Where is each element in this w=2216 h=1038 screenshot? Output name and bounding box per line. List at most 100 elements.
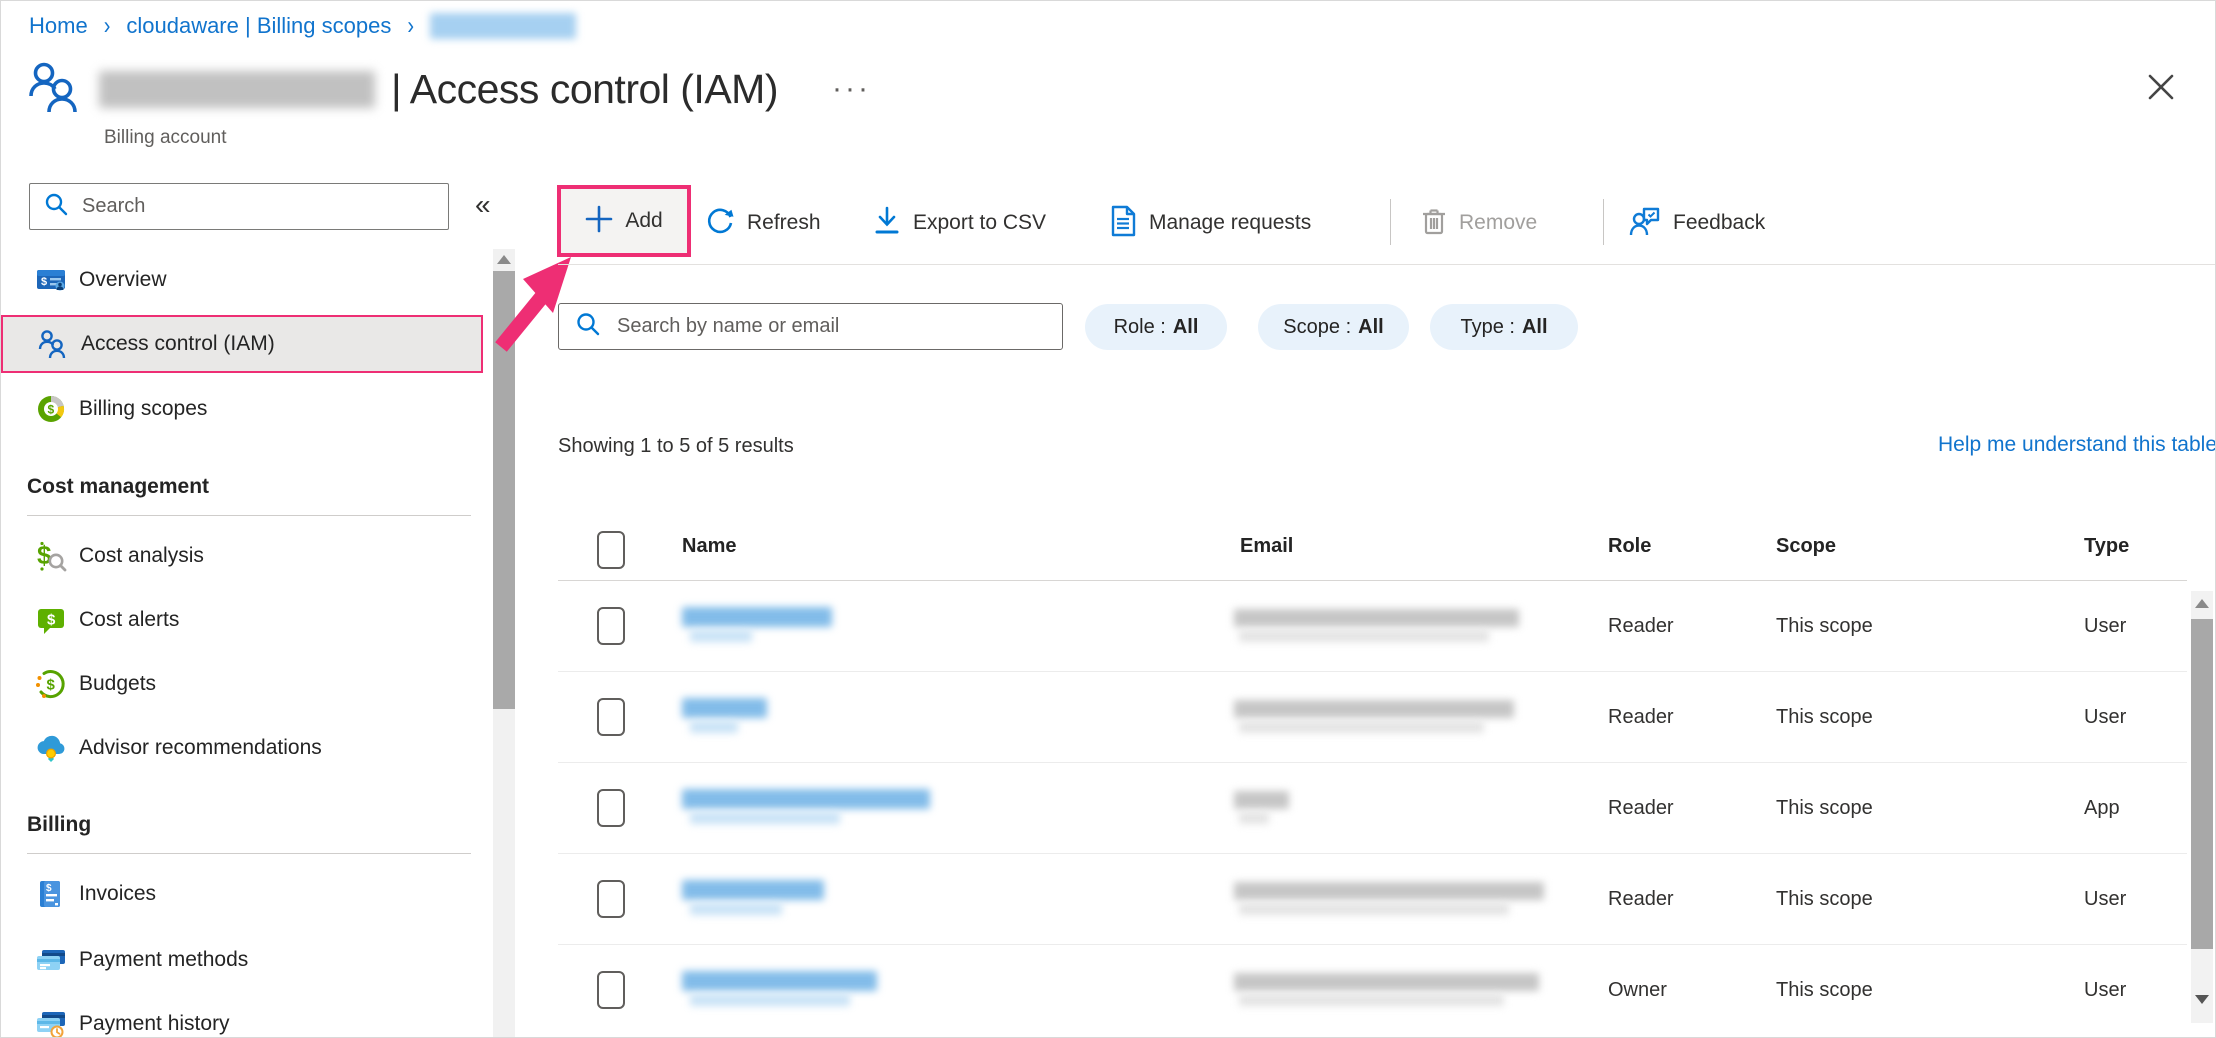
- member-email-redacted: [1234, 700, 1514, 733]
- type-cell: App: [2084, 763, 2120, 854]
- sidebar-item-billing-scopes[interactable]: $ Billing scopes: [1, 380, 485, 438]
- column-header-role[interactable]: Role: [1608, 535, 1651, 558]
- overview-icon: $: [35, 264, 67, 296]
- cost-alerts-icon: $: [35, 604, 67, 636]
- sidebar-scrollbar-thumb[interactable]: [493, 271, 515, 709]
- scope-filter-pill[interactable]: Scope : All: [1258, 304, 1409, 350]
- refresh-button[interactable]: Refresh: [705, 191, 821, 255]
- filter-label: Role :: [1114, 316, 1166, 339]
- sidebar-item-cost-analysis[interactable]: $ Cost analysis: [1, 527, 485, 585]
- sidebar-item-payment-methods[interactable]: Payment methods: [1, 931, 485, 989]
- sidebar-item-invoices[interactable]: $ Invoices: [1, 865, 485, 923]
- help-me-understand-link[interactable]: Help me understand this table: [1938, 433, 2216, 457]
- table-row: Owner This scope User: [558, 945, 2187, 1036]
- row-checkbox[interactable]: [597, 789, 625, 827]
- plus-icon: [585, 205, 613, 238]
- type-cell: User: [2084, 581, 2126, 672]
- manage-requests-button[interactable]: Manage requests: [1109, 191, 1311, 255]
- sidebar-item-access-control-iam[interactable]: Access control (IAM): [1, 315, 483, 373]
- member-name-redacted[interactable]: [682, 789, 930, 824]
- more-menu-button[interactable]: ···: [832, 72, 871, 106]
- filter-value: All: [1358, 316, 1384, 339]
- results-summary: Showing 1 to 5 of 5 results: [558, 435, 794, 458]
- divider: [27, 515, 471, 516]
- sidebar-item-payment-history[interactable]: Payment history: [1, 995, 485, 1038]
- close-icon[interactable]: [2143, 69, 2179, 105]
- column-header-name[interactable]: Name: [682, 535, 736, 558]
- column-header-scope[interactable]: Scope: [1776, 535, 1836, 558]
- sidebar-item-advisor-recommendations[interactable]: Advisor recommendations: [1, 719, 485, 777]
- sidebar-item-label: Billing scopes: [79, 397, 207, 421]
- member-search-input[interactable]: [615, 314, 1062, 339]
- member-name-redacted[interactable]: [682, 880, 824, 915]
- member-email-redacted: [1234, 973, 1539, 1006]
- feedback-button-label: Feedback: [1673, 211, 1765, 235]
- export-to-csv-button[interactable]: Export to CSV: [873, 191, 1046, 255]
- remove-button-label: Remove: [1459, 211, 1537, 235]
- breadcrumb-current-redacted[interactable]: [430, 13, 576, 39]
- scroll-up-icon[interactable]: [2195, 599, 2209, 608]
- column-header-type[interactable]: Type: [2084, 535, 2129, 558]
- scroll-down-icon[interactable]: [2195, 995, 2209, 1004]
- add-button-label: Add: [625, 209, 662, 233]
- role-filter-pill[interactable]: Role : All: [1085, 304, 1227, 350]
- people-icon: [27, 58, 83, 121]
- cost-analysis-icon: $: [35, 540, 67, 572]
- scroll-up-icon[interactable]: [497, 255, 511, 264]
- sidebar-item-budgets[interactable]: $ Budgets: [1, 655, 485, 713]
- divider: [27, 853, 471, 854]
- toolbar-separator: [1390, 199, 1391, 245]
- sidebar-search-input[interactable]: [80, 194, 448, 219]
- column-header-email[interactable]: Email: [1240, 535, 1293, 558]
- sidebar-item-label: Cost analysis: [79, 544, 204, 568]
- type-filter-pill[interactable]: Type : All: [1430, 304, 1578, 350]
- collapse-sidebar-button[interactable]: «: [475, 189, 491, 221]
- breadcrumb-home-link[interactable]: Home: [29, 13, 88, 39]
- filter-label: Scope :: [1283, 316, 1351, 339]
- export-button-label: Export to CSV: [913, 211, 1046, 235]
- sidebar-scrollbar[interactable]: [493, 249, 515, 1038]
- member-name-redacted[interactable]: [682, 698, 767, 733]
- download-icon: [873, 206, 901, 241]
- svg-text:$: $: [37, 540, 52, 570]
- advisor-recommendations-icon: [35, 732, 67, 764]
- sidebar-item-label: Budgets: [79, 672, 156, 696]
- sidebar-item-label: Cost alerts: [79, 608, 179, 632]
- sidebar-item-label: Payment methods: [79, 948, 248, 972]
- feedback-icon: [1629, 205, 1661, 242]
- scope-cell: This scope: [1776, 854, 1873, 945]
- row-checkbox[interactable]: [597, 971, 625, 1009]
- row-checkbox[interactable]: [597, 880, 625, 918]
- table-scrollbar-thumb[interactable]: [2191, 619, 2213, 949]
- access-control-icon: [37, 328, 69, 360]
- svg-text:$: $: [46, 883, 52, 894]
- breadcrumb-separator-icon: ›: [104, 12, 111, 41]
- refresh-button-label: Refresh: [747, 211, 821, 235]
- member-name-redacted[interactable]: [682, 971, 877, 1006]
- table-row: Reader This scope App: [558, 763, 2187, 854]
- select-all-checkbox[interactable]: [597, 531, 625, 569]
- sidebar-item-overview[interactable]: $ Overview: [1, 251, 485, 309]
- scope-cell: This scope: [1776, 763, 1873, 854]
- toolbar-separator: [1603, 199, 1604, 245]
- search-icon: [575, 311, 601, 342]
- access-control-iam-page: Home › cloudaware | Billing scopes › | A…: [0, 0, 2216, 1038]
- row-checkbox[interactable]: [597, 607, 625, 645]
- table-header: Name Email Role Scope Type: [558, 519, 2187, 581]
- sidebar-item-cost-alerts[interactable]: $ Cost alerts: [1, 591, 485, 649]
- role-cell: Reader: [1608, 672, 1674, 763]
- sidebar-item-label: Access control (IAM): [81, 332, 275, 356]
- member-search-box: [558, 303, 1063, 350]
- role-cell: Reader: [1608, 854, 1674, 945]
- sidebar-item-label: Advisor recommendations: [79, 736, 322, 760]
- sidebar-section-billing: Billing: [27, 813, 91, 837]
- table-scrollbar[interactable]: [2191, 591, 2213, 1023]
- add-button[interactable]: Add: [557, 185, 691, 257]
- role-cell: Reader: [1608, 581, 1674, 672]
- type-cell: User: [2084, 854, 2126, 945]
- feedback-button[interactable]: Feedback: [1629, 191, 1765, 255]
- member-name-redacted[interactable]: [682, 607, 832, 642]
- billing-scopes-icon: $: [35, 393, 67, 425]
- row-checkbox[interactable]: [597, 698, 625, 736]
- breadcrumb-billing-scopes-link[interactable]: cloudaware | Billing scopes: [126, 13, 391, 39]
